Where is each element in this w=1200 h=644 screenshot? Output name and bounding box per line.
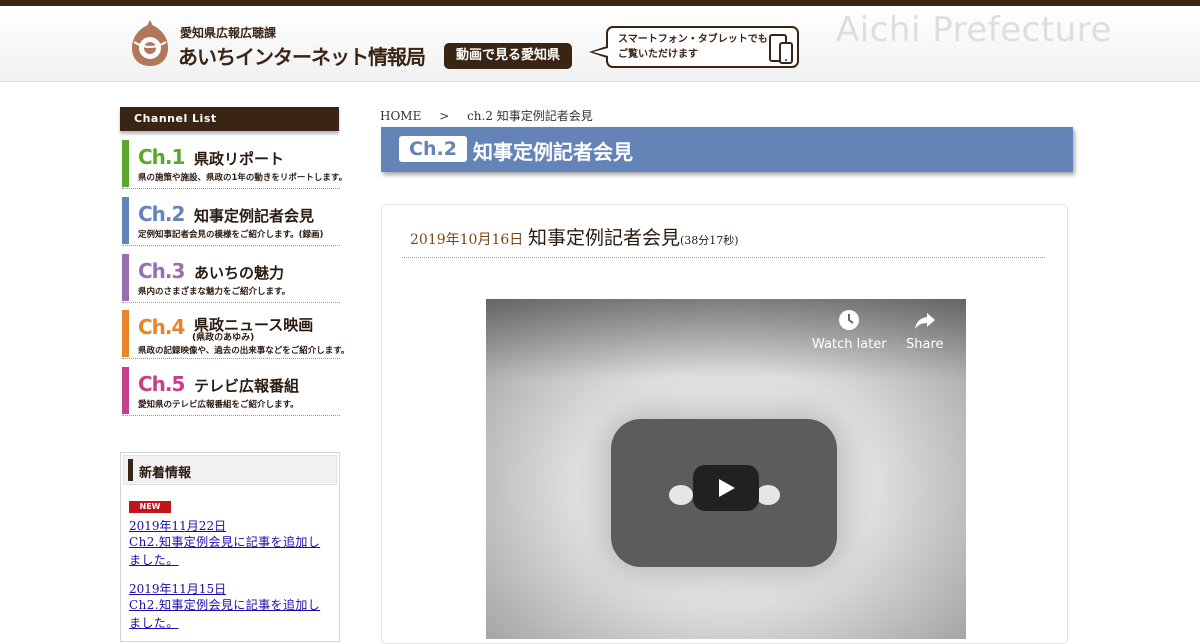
play-button[interactable] (693, 465, 759, 511)
thumbnail-dot (756, 485, 780, 505)
post-divider (402, 257, 1045, 258)
play-icon (719, 479, 735, 497)
news-heading: 新着情報 (139, 466, 192, 481)
bubble-line-2: ご覧いただけます (618, 49, 698, 60)
share-label: Share (906, 337, 944, 352)
channel-description: 県内のさまざまな魅力をご紹介します。 (138, 287, 291, 297)
bubble-line-1: スマートフォン・タブレットでも (618, 34, 768, 45)
thumbnail-dot (669, 485, 693, 505)
channel-color-bar (122, 310, 129, 357)
post-title-text: 知事定例記者会見 (528, 227, 681, 249)
channel-number: Ch.3 (138, 259, 185, 283)
channel-color-bar (122, 197, 129, 244)
bubble-text: スマートフォン・タブレットでも ご覧いただけます (618, 32, 768, 62)
video-top-shade (486, 299, 966, 379)
aichi-emblem-icon[interactable] (130, 18, 170, 68)
breadcrumb-current: ch.2 知事定例記者会見 (467, 109, 593, 123)
video-player[interactable]: Watch later Share (486, 299, 966, 639)
channel-item-3[interactable]: Ch.3 あいちの魅力 県内のさまざまな魅力をご紹介します。 (122, 254, 340, 303)
channel-name: 知事定例記者会見 (194, 207, 315, 225)
share-icon (914, 313, 935, 329)
page-title: 知事定例記者会見 (473, 140, 633, 164)
channel-description: 愛知県のテレビ広報番組をご紹介します。 (138, 400, 299, 410)
channel-description: 県政の記録映像や、過去の出来事などをご紹介します。 (138, 346, 350, 356)
department-name: 愛知県広報広聴課 (180, 26, 277, 40)
post-duration: (38分17秒) (680, 234, 739, 247)
channel-item-2[interactable]: Ch.2 知事定例記者会見 定例知事記者会見の模様をご紹介します。(録画) (122, 197, 340, 246)
channel-color-bar (122, 254, 129, 301)
channel-name: テレビ広報番組 (194, 377, 300, 395)
channel-number: Ch.2 (138, 202, 185, 226)
channel-description: 定例知事記者会見の模様をご紹介します。(録画) (138, 230, 324, 240)
news-heading-accent (128, 459, 133, 481)
news-heading-bar: 新着情報 (123, 455, 337, 485)
channel-name: 県政リポート (194, 150, 285, 168)
video-pill: 動画で見る愛知県 (444, 43, 573, 69)
channel-item-4[interactable]: Ch.4 県政ニュース映画 (県政のあゆみ) 県政の記録映像や、過去の出来事など… (122, 310, 349, 359)
site-title[interactable]: あいちインターネット情報局 (178, 41, 426, 70)
watch-later-label: Watch later (812, 337, 887, 352)
channel-number: Ch.1 (138, 145, 185, 169)
prefecture-name: Aichi Prefecture (836, 10, 1112, 50)
site-header: 愛知県広報広聴課 あいちインターネット情報局 動画で見る愛知県 スマートフォン・… (0, 6, 1200, 82)
channel-description: 県の施策や施設、県政の1年の動きをリポートします。 (138, 173, 348, 183)
channel-number: Ch.5 (138, 372, 185, 396)
channel-item-5[interactable]: Ch.5 テレビ広報番組 愛知県のテレビ広報番組をご紹介します。 (122, 367, 340, 416)
news-item-link[interactable]: Ch2.知事定例会見に記事を追加しました。 (129, 533, 329, 569)
bubble-tail-inner (593, 48, 608, 56)
channel-name: あいちの魅力 (194, 264, 285, 282)
news-date-link[interactable]: 2019年11月15日 (129, 580, 226, 597)
channel-color-bar (122, 140, 129, 187)
breadcrumb: HOME > ch.2 知事定例記者会見 (380, 107, 607, 124)
breadcrumb-separator: > (439, 109, 450, 123)
clock-icon (839, 310, 860, 330)
new-badge: NEW (129, 501, 171, 513)
news-date-link[interactable]: 2019年11月22日 (129, 517, 226, 534)
post-card: 2019年10月16日 知事定例記者会見(38分17秒) Watch later… (381, 204, 1068, 644)
channel-number: Ch.4 (138, 315, 185, 339)
channel-item-1[interactable]: Ch.1 県政リポート 県の施策や施設、県政の1年の動きをリポートします。 (122, 140, 347, 189)
post-date: 2019年10月16日 (410, 232, 524, 248)
channel-list-heading: Channel List (120, 107, 339, 131)
share-button[interactable]: Share (906, 309, 944, 352)
watch-later-button[interactable]: Watch later (812, 309, 887, 352)
post-title: 知事定例記者会見(38分17秒) (528, 223, 739, 250)
channel-banner: Ch.2 知事定例記者会見 (381, 127, 1073, 172)
channel-subtitle: (県政のあゆみ) (192, 333, 255, 343)
news-box: 新着情報 NEW 2019年11月22日 Ch2.知事定例会見に記事を追加しまし… (120, 452, 340, 642)
breadcrumb-home[interactable]: HOME (380, 109, 421, 123)
mobile-bubble: スマートフォン・タブレットでも ご覧いただけます (606, 26, 799, 68)
banner-channel-badge: Ch.2 (399, 136, 467, 162)
news-item-link[interactable]: Ch2.知事定例会見に記事を追加しました。 (129, 596, 329, 632)
smartphone-tablet-icon (769, 34, 793, 64)
channel-color-bar (122, 367, 129, 414)
